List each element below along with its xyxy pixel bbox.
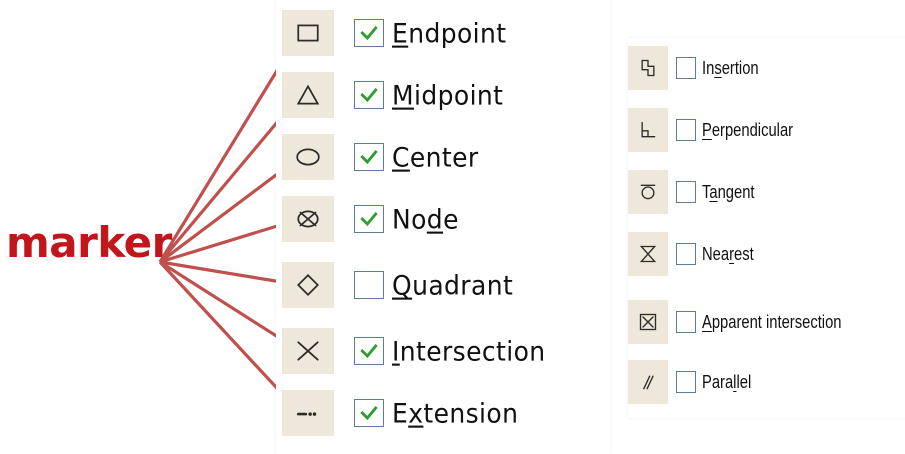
osnap-option-quadrant[interactable]: Quadrant (276, 262, 513, 308)
center-label: Center (392, 141, 479, 173)
insertion-marker-icon (628, 46, 668, 90)
node-accelerator: d (426, 203, 444, 235)
osnap-option-intersection[interactable]: Intersection (276, 328, 546, 374)
apparent-intersection-label: Apparent intersection (702, 311, 842, 332)
parallel-marker-icon (628, 360, 668, 404)
center-marker-icon (282, 134, 334, 180)
intersection-checkbox[interactable] (354, 337, 384, 365)
parallel-checkbox[interactable] (676, 371, 696, 393)
endpoint-marker-icon (282, 10, 334, 56)
endpoint-checkbox[interactable] (354, 19, 384, 47)
node-marker-icon (282, 196, 334, 242)
quadrant-checkbox[interactable] (354, 271, 384, 299)
osnap-panel-left: Endpoint Midpoint Center Node Quadrant Inters… (276, 0, 610, 454)
parallel-label: Parallel (702, 371, 752, 392)
osnap-option-extension[interactable]: Extension (276, 390, 518, 436)
apparent-intersection-accelerator: A (702, 311, 712, 332)
osnap-option-endpoint[interactable]: Endpoint (276, 10, 506, 56)
perpendicular-accelerator: P (702, 119, 712, 140)
apparent-intersection-checkbox[interactable] (676, 311, 696, 333)
tangent-label: Tangent (702, 181, 755, 202)
insertion-checkbox[interactable] (676, 57, 696, 79)
insertion-label: Insertion (702, 57, 759, 78)
endpoint-accelerator: E (392, 17, 409, 49)
perpendicular-label: Perpendicular (702, 119, 794, 140)
osnap-option-parallel[interactable]: Parallel (628, 360, 762, 404)
extension-label: Extension (392, 397, 519, 429)
osnap-panel-right: Insertion Perpendicular Tangent Nearest Appa… (628, 38, 905, 418)
endpoint-label: Endpoint (392, 17, 507, 49)
tangent-accelerator: a (709, 181, 718, 202)
quadrant-label: Quadrant (392, 269, 514, 301)
perpendicular-checkbox[interactable] (676, 119, 696, 141)
tangent-marker-icon (628, 170, 668, 214)
insertion-accelerator: s (714, 57, 722, 78)
nearest-label: Nearest (702, 243, 754, 264)
extension-marker-icon (282, 390, 334, 436)
osnap-option-node[interactable]: Node (276, 196, 459, 242)
osnap-option-center[interactable]: Center (276, 134, 479, 180)
osnap-option-tangent[interactable]: Tangent (628, 170, 766, 214)
midpoint-marker-icon (282, 72, 334, 118)
midpoint-checkbox[interactable] (354, 81, 384, 109)
intersection-label: Intersection (392, 335, 546, 367)
intersection-accelerator: I (392, 335, 400, 367)
osnap-option-perpendicular[interactable]: Perpendicular (628, 108, 813, 152)
nearest-checkbox[interactable] (676, 243, 696, 265)
tangent-checkbox[interactable] (676, 181, 696, 203)
apparent-intersection-marker-icon (628, 300, 668, 344)
center-checkbox[interactable] (354, 143, 384, 171)
midpoint-label: Midpoint (392, 79, 504, 111)
osnap-option-apparent-intersection[interactable]: Apparent intersection (628, 300, 872, 344)
node-label: Node (392, 203, 459, 235)
quadrant-marker-icon (282, 262, 334, 308)
node-checkbox[interactable] (354, 205, 384, 233)
osnap-option-midpoint[interactable]: Midpoint (276, 72, 503, 118)
extension-accelerator: x (408, 397, 424, 429)
center-accelerator: C (392, 141, 410, 173)
intersection-marker-icon (282, 328, 334, 374)
perpendicular-marker-icon (628, 108, 668, 152)
quadrant-accelerator: Q (392, 269, 413, 301)
nearest-marker-icon (628, 232, 668, 276)
osnap-option-insertion[interactable]: Insertion (628, 46, 771, 90)
extension-checkbox[interactable] (354, 399, 384, 427)
midpoint-accelerator: M (392, 79, 414, 111)
osnap-option-nearest[interactable]: Nearest (628, 232, 765, 276)
